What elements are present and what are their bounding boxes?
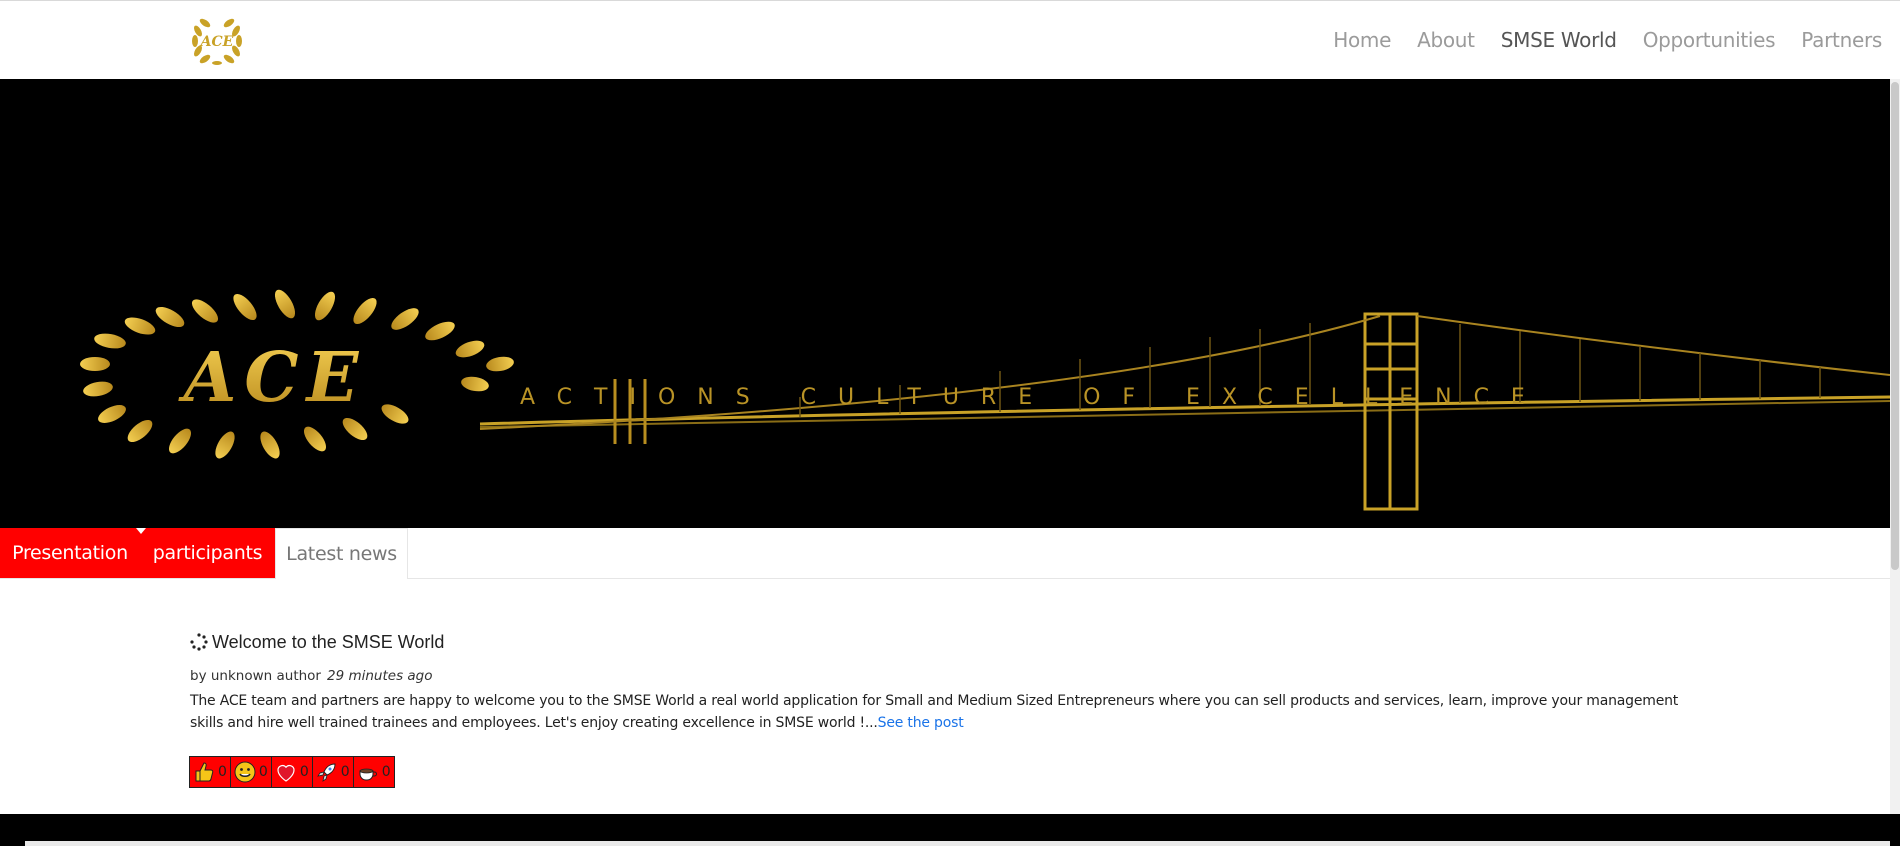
reaction-like-count: 0	[218, 764, 227, 780]
scrollbar-thumb[interactable]	[1891, 82, 1899, 570]
reaction-bar: 0 0 0 0 0	[189, 756, 395, 788]
thumbs-up-icon	[195, 762, 214, 782]
post-excerpt: The ACE team and partners are happy to w…	[190, 690, 1690, 734]
reaction-coffee[interactable]: 0	[353, 757, 394, 787]
post-title[interactable]: Welcome to the SMSE World	[212, 632, 444, 653]
see-post-link[interactable]: See the post	[878, 715, 964, 731]
svg-text:ACE: ACE	[199, 34, 234, 50]
nav-smse-world[interactable]: SMSE World	[1501, 28, 1617, 52]
horizontal-scrollbar[interactable]	[25, 841, 1890, 846]
nav-partners[interactable]: Partners	[1801, 28, 1882, 52]
reaction-love[interactable]: 0	[271, 757, 313, 787]
reaction-rocket-count: 0	[340, 764, 350, 780]
hero-tagline-text: ACTIONS CULTURE OF EXCELLENCE	[520, 385, 1547, 410]
hero-banner-image: ACE ACTIONS CULTURE OF EXCELLENCE	[0, 79, 1890, 528]
post-timestamp: 29 minutes ago	[326, 668, 433, 684]
nav-opportunities[interactable]: Opportunities	[1643, 28, 1776, 52]
hero-banner: ACE ACTIONS CULTURE OF EXCELLENCE	[0, 79, 1890, 528]
hero-brand-text: ACE	[178, 338, 367, 418]
navbar: ACE Home About SMSE World Opportunities …	[0, 1, 1900, 79]
tab-bar: Presentation participants Latest news	[0, 528, 1890, 579]
post-title-row: Welcome to the SMSE World	[190, 628, 1690, 656]
reaction-coffee-count: 0	[381, 764, 391, 780]
reaction-like[interactable]: 0	[190, 757, 231, 787]
post-meta: by unknown author 29 minutes ago	[190, 668, 1690, 684]
smiley-icon	[234, 761, 256, 783]
news-post: Welcome to the SMSE World by unknown aut…	[190, 628, 1690, 734]
reaction-smile[interactable]: 0	[230, 757, 272, 787]
ace-logo[interactable]: ACE	[188, 11, 246, 69]
main-nav: Home About SMSE World Opportunities Part…	[1307, 1, 1882, 79]
loading-spinner-icon	[190, 633, 208, 651]
post-author: by unknown author	[190, 668, 321, 684]
reaction-rocket[interactable]: 0	[312, 757, 354, 787]
active-tab-caret-icon	[136, 528, 146, 534]
nav-home[interactable]: Home	[1333, 28, 1391, 52]
nav-about[interactable]: About	[1417, 28, 1475, 52]
reaction-smile-count: 0	[258, 764, 268, 780]
rocket-icon	[316, 763, 336, 782]
tab-participants[interactable]: participants	[140, 528, 275, 578]
tab-presentation[interactable]: Presentation	[0, 528, 140, 578]
reaction-love-count: 0	[299, 764, 309, 780]
heart-icon	[277, 764, 295, 782]
coffee-icon	[359, 768, 377, 781]
tab-latest-news[interactable]: Latest news	[275, 528, 408, 579]
